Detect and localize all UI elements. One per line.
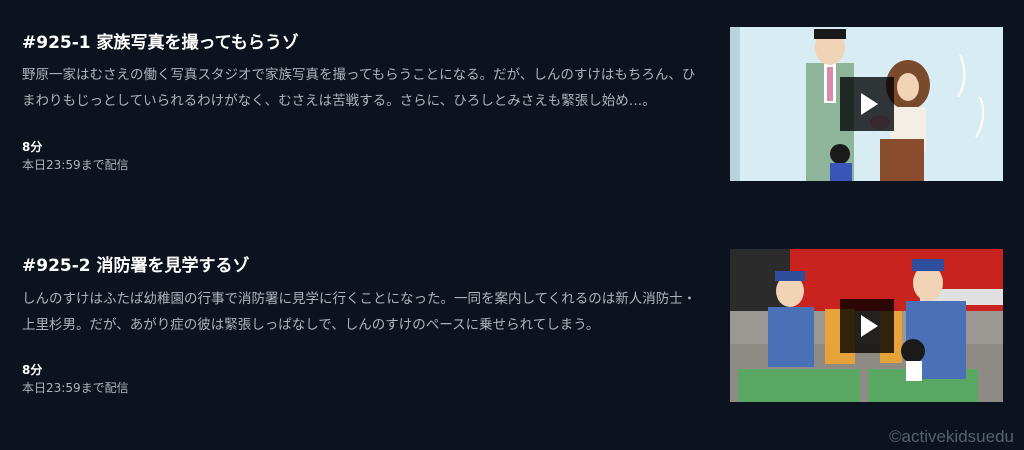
episode-thumbnail[interactable] — [730, 27, 1003, 181]
episode-availability: 本日23:59まで配信 — [22, 158, 129, 172]
episode-item-925-1[interactable]: #925-1 家族写真を撮ってもらうゾ 野原一家はむさえの働く写真スタジオで家族… — [0, 0, 1024, 210]
episode-duration: 8分 — [22, 140, 43, 154]
episode-thumbnail[interactable] — [730, 249, 1003, 402]
episode-title[interactable]: #925-1 家族写真を撮ってもらうゾ — [22, 28, 299, 53]
episode-description: しんのすけはふたば幼稚園の行事で消防署に見学に行くことになった。一同を案内してく… — [22, 291, 697, 333]
play-icon[interactable] — [839, 77, 894, 131]
episode-title[interactable]: #925-2 消防署を見学するゾ — [22, 251, 250, 276]
episode-duration: 8分 — [22, 363, 43, 377]
episode-description: 野原一家はむさえの働く写真スタジオで家族写真を撮ってもらうことになる。だが、しん… — [22, 67, 696, 109]
episode-availability: 本日23:59まで配信 — [22, 381, 129, 395]
play-icon[interactable] — [839, 298, 894, 353]
watermark: ©activekidsuedu — [889, 427, 1014, 446]
episode-item-925-2[interactable]: #925-2 消防署を見学するゾ しんのすけはふたば幼稚園の行事で消防署に見学に… — [0, 222, 1024, 432]
